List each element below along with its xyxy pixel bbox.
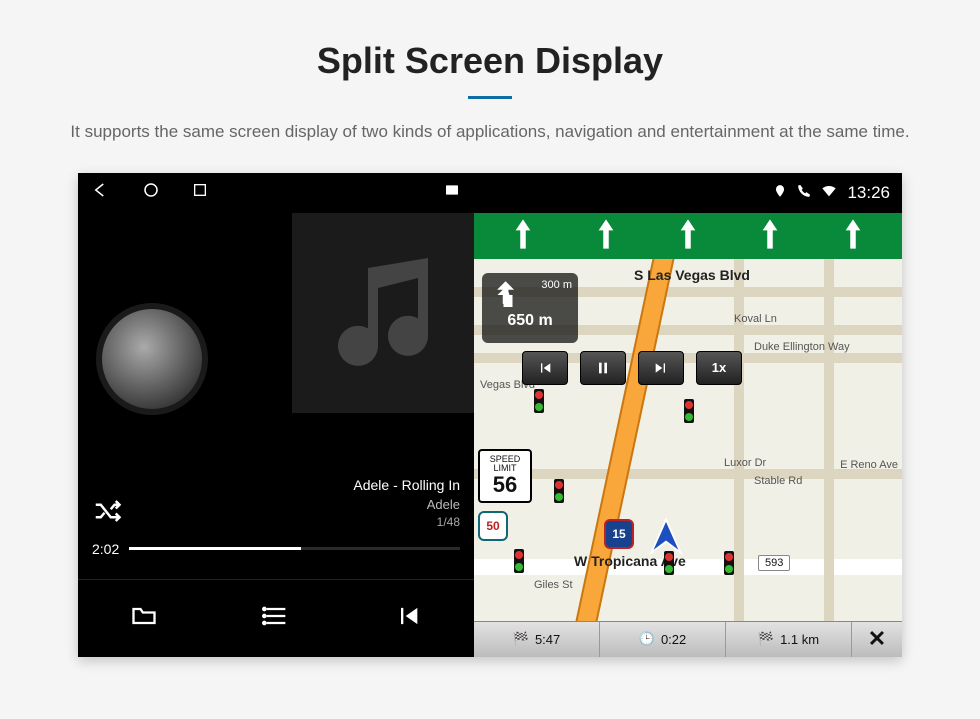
street-label: Luxor Dr — [724, 457, 766, 469]
interstate-shield: 15 — [604, 519, 634, 549]
turn-distance: 650 m — [507, 312, 552, 330]
speed-limit-value: 56 — [480, 473, 530, 496]
turn-left-icon — [490, 277, 524, 314]
next-waypoint-button[interactable] — [638, 351, 684, 385]
location-icon — [773, 184, 787, 201]
address-pin: 593 — [758, 555, 790, 571]
pause-button[interactable] — [580, 351, 626, 385]
folder-icon[interactable] — [130, 602, 158, 635]
lane-arrow-icon — [842, 218, 864, 253]
nav-bottombar: 🏁 5:47 🕒 0:22 🏁 1.1 km ✕ — [474, 621, 902, 657]
playback-speed-button[interactable]: 1x — [696, 351, 742, 385]
lane-arrow-icon — [677, 218, 699, 253]
street-label: E Reno Ave — [840, 459, 898, 471]
music-note-icon — [323, 253, 443, 373]
lane-arrow-icon — [512, 218, 534, 253]
map[interactable]: S Las Vegas Blvd Koval Ln Duke Ellington… — [474, 259, 902, 621]
wifi-icon — [821, 183, 837, 202]
duration-value: 0:22 — [661, 632, 686, 647]
duration-section[interactable]: 🕒 0:22 — [600, 622, 726, 657]
speed-limit-sign: SPEED LIMIT 56 — [478, 449, 532, 503]
music-toolbar — [78, 579, 474, 657]
clock-icon: 🕒 — [639, 631, 655, 647]
eta-value: 5:47 — [535, 632, 560, 647]
distance-section[interactable]: 🏁 1.1 km — [726, 622, 852, 657]
map-controls: 1x — [522, 351, 742, 385]
traffic-light-icon — [724, 551, 734, 575]
shuffle-icon[interactable] — [92, 496, 122, 531]
street-label-main: S Las Vegas Blvd — [634, 267, 750, 283]
nav-pane: 13:26 S Las Vegas Blvd Koval Ln Duke Ell… — [474, 173, 902, 657]
android-nav-bar — [78, 173, 474, 213]
street-label: Duke Ellington Way — [754, 341, 850, 353]
turn-instruction: 300 m 650 m — [482, 273, 578, 343]
elapsed-time: 2:02 — [92, 541, 119, 557]
street-label: Koval Ln — [734, 313, 777, 325]
flag-icon: 🏁 — [758, 631, 774, 647]
page-title: Split Screen Display — [0, 40, 980, 82]
lane-guidance — [474, 213, 902, 259]
picture-icon[interactable] — [444, 182, 460, 203]
traffic-light-icon — [514, 549, 524, 573]
street-label: Stable Rd — [754, 475, 802, 487]
home-icon[interactable] — [142, 181, 160, 204]
traffic-light-icon — [684, 399, 694, 423]
route-shield: 50 — [478, 511, 508, 541]
street-label: Giles St — [534, 579, 573, 591]
distance-value: 1.1 km — [780, 632, 819, 647]
status-clock: 13:26 — [847, 183, 890, 203]
traffic-light-icon — [534, 389, 544, 413]
speed-limit-label: SPEED LIMIT — [480, 455, 530, 474]
traffic-light-icon — [554, 479, 564, 503]
back-icon[interactable] — [92, 181, 110, 204]
page-subtitle: It supports the same screen display of t… — [60, 119, 920, 145]
vehicle-cursor-icon — [644, 516, 688, 563]
track-counter: 1/48 — [353, 514, 460, 531]
progress-row[interactable]: 2:02 — [92, 541, 460, 557]
prev-waypoint-button[interactable] — [522, 351, 568, 385]
lane-arrow-icon — [595, 218, 617, 253]
lane-arrow-icon — [759, 218, 781, 253]
playlist-icon[interactable] — [262, 602, 290, 635]
previous-icon[interactable] — [394, 602, 422, 635]
progress-track[interactable] — [129, 547, 460, 550]
track-title: Adele - Rolling In — [353, 476, 460, 496]
music-pane: Adele - Rolling In Adele 1/48 2:02 — [78, 173, 474, 657]
turn-sub-distance: 300 m — [541, 279, 572, 291]
accent-underline — [468, 96, 512, 99]
track-meta: Adele - Rolling In Adele 1/48 — [353, 476, 460, 531]
flag-icon: 🏁 — [513, 631, 529, 647]
phone-icon — [797, 184, 811, 201]
music-main: Adele - Rolling In Adele 1/48 2:02 — [78, 213, 474, 579]
device-frame: Adele - Rolling In Adele 1/48 2:02 — [78, 173, 902, 657]
track-artist: Adele — [353, 496, 460, 514]
album-art-placeholder — [292, 213, 474, 413]
android-status-bar: 13:26 — [474, 173, 902, 213]
close-button[interactable]: ✕ — [852, 626, 902, 652]
recents-icon[interactable] — [192, 182, 208, 203]
transport-knob[interactable] — [96, 303, 208, 415]
eta-section[interactable]: 🏁 5:47 — [474, 622, 600, 657]
progress-fill — [129, 547, 301, 550]
